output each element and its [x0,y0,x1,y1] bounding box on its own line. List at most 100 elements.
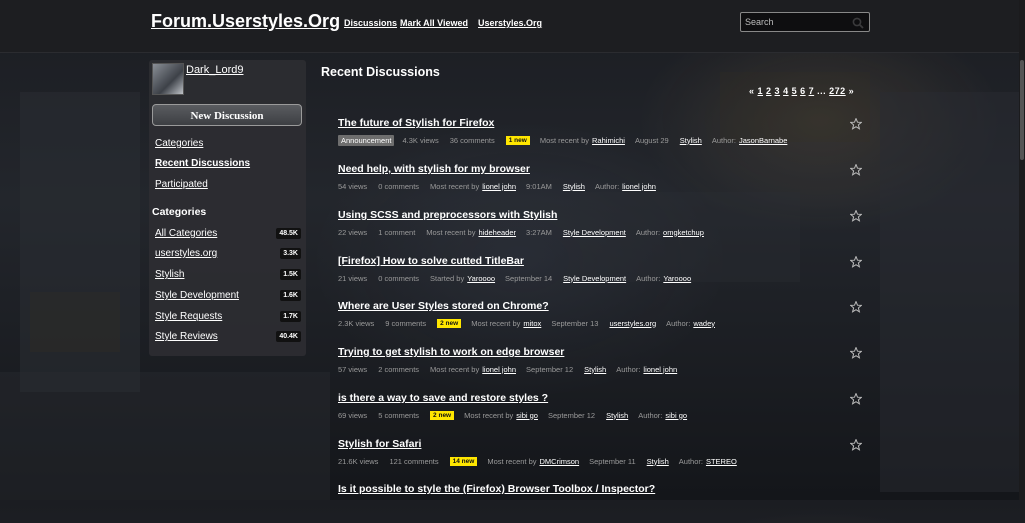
new-discussion-button[interactable]: New Discussion [152,104,302,126]
avatar[interactable] [152,63,184,95]
comments-count: 1 comment [378,227,416,237]
nav-mark-all-viewed-link[interactable]: Mark All Viewed [400,18,468,28]
bookmark-star-icon[interactable] [850,256,862,268]
discussion-title-link[interactable]: Using SCSS and preprocessors with Stylis… [338,209,557,221]
author-link[interactable]: lionel john [622,182,656,191]
category-count-badge: 3.3K [280,248,301,259]
author-link[interactable]: sibi go [665,411,687,420]
discussion-title-link[interactable]: Stylish for Safari [338,438,421,450]
category-link[interactable]: Stylish [563,182,585,191]
bookmark-star-icon[interactable] [850,301,862,313]
pager-page[interactable]: 6 [800,86,806,96]
announcement-tag[interactable]: Announcement [338,134,395,146]
category-item[interactable]: userstyles.org 3.3K [155,247,301,261]
bookmark-star-icon[interactable] [850,164,862,176]
bookmark-star-icon[interactable] [850,439,862,451]
discussion-title-link[interactable]: [Firefox] How to solve cutted TitleBar [338,255,524,267]
new-comments-badge[interactable]: 2 new [430,410,455,420]
author-link[interactable]: Yaroooo [663,274,691,283]
pager-ellipsis: ... [817,86,827,96]
username-link[interactable]: Dark_Lord9 [186,64,243,76]
recent-user-link[interactable]: Rahimichi [592,136,625,145]
scrollbar-thumb[interactable] [1020,60,1024,160]
recent-user-link[interactable]: sibi go [516,411,538,420]
category-item[interactable]: All Categories 48.5K [155,227,301,241]
search-icon[interactable] [851,16,865,30]
discussion-title-link[interactable]: Need help, with stylish for my browser [338,163,530,175]
category-count-badge: 40.4K [276,331,301,342]
views-count: 2.3K views [338,318,375,328]
nav-userstyles-link[interactable]: Userstyles.Org [478,18,542,28]
nav-discussions-link[interactable]: Discussions [344,18,397,28]
recent-label: Most recent by [471,318,521,328]
discussion-title-link[interactable]: is there a way to save and restore style… [338,392,548,404]
recent-label: Most recent by [464,410,514,420]
search-input[interactable] [745,15,850,29]
sidebar-panel: Dark_Lord9 New Discussion Categories Rec… [149,60,306,356]
category-link[interactable]: Stylish [606,411,628,420]
category-link[interactable]: Stylish [647,457,669,466]
discussion-item: [Firefox] How to solve cutted TitleBar 21… [338,255,868,295]
author-link[interactable]: JasonBarnabe [739,136,787,145]
pager-page[interactable]: 1 [758,86,764,96]
pager-page[interactable]: 4 [783,86,789,96]
page-scrollbar[interactable] [1019,0,1025,500]
discussion-date: September 11 [589,456,636,466]
discussion-item: is there a way to save and restore style… [338,392,868,432]
new-comments-badge[interactable]: 14 new [449,456,478,466]
sidebar-link-recent-discussions[interactable]: Recent Discussions [155,158,250,169]
pager-next[interactable]: » [849,86,855,96]
recent-user-link[interactable]: lionel john [482,182,516,191]
sidebar-link-categories[interactable]: Categories [155,138,203,149]
category-link[interactable]: Stylish [680,136,702,145]
discussion-meta: 22 views 1 comment Most recent by hideheade… [338,226,714,238]
recent-user-link[interactable]: mitox [523,319,541,328]
pager-prev[interactable]: « [749,86,755,96]
category-label[interactable]: userstyles.org [155,248,217,259]
pager-page[interactable]: 2 [766,86,772,96]
category-label[interactable]: Style Reviews [155,331,218,342]
discussion-title-link[interactable]: Trying to get stylish to work on edge br… [338,346,564,358]
discussion-title-link[interactable]: The future of Stylish for Firefox [338,117,494,129]
new-comments-badge[interactable]: 1 new [505,135,530,145]
category-label[interactable]: All Categories [155,228,217,239]
views-count: 57 views [338,364,368,374]
comments-count: 5 comments [378,410,420,420]
discussion-meta: 69 views 5 comments 2 new Most recent by sib… [338,409,697,421]
category-item[interactable]: Style Reviews 40.4K [155,330,301,344]
recent-user-link[interactable]: DMCrimson [540,457,580,466]
pager-page[interactable]: 7 [809,86,815,96]
category-link[interactable]: userstyles.org [609,319,656,328]
pager-page[interactable]: 272 [829,86,846,96]
author-label: Author: [711,135,737,145]
category-item[interactable]: Stylish 1.5K [155,268,301,282]
bookmark-star-icon[interactable] [850,118,862,130]
author-link[interactable]: omgketchup [663,228,704,237]
discussion-title-link[interactable]: Is it possible to style the (Firefox) Br… [338,483,655,495]
category-link[interactable]: Stylish [584,365,606,374]
pager-page[interactable]: 3 [775,86,781,96]
category-item[interactable]: Style Development 1.6K [155,289,301,303]
author-label: Author: [616,364,641,374]
category-item[interactable]: Style Requests 1.7K [155,310,301,324]
recent-user-link[interactable]: lionel john [482,365,516,374]
discussion-title-link[interactable]: Where are User Styles stored on Chrome? [338,300,549,312]
author-link[interactable]: STEREO [706,457,737,466]
category-label[interactable]: Style Requests [155,311,222,322]
bookmark-star-icon[interactable] [850,347,862,359]
category-label[interactable]: Stylish [155,269,184,280]
recent-user-link[interactable]: Yaroooo [467,274,495,283]
recent-user-link[interactable]: hideheader [478,228,516,237]
category-label[interactable]: Style Development [155,290,239,301]
recent-label: Most recent by [426,227,476,237]
bookmark-star-icon[interactable] [850,393,862,405]
author-link[interactable]: lionel john [643,365,677,374]
pager-page[interactable]: 5 [792,86,798,96]
category-link[interactable]: Style Development [563,228,626,237]
site-brand-link[interactable]: Forum.Userstyles.Org [151,11,340,32]
bookmark-star-icon[interactable] [850,210,862,222]
new-comments-badge[interactable]: 2 new [437,318,462,328]
author-link[interactable]: wadey [693,319,715,328]
sidebar-link-participated[interactable]: Participated [155,179,208,190]
category-link[interactable]: Style Development [563,274,626,283]
